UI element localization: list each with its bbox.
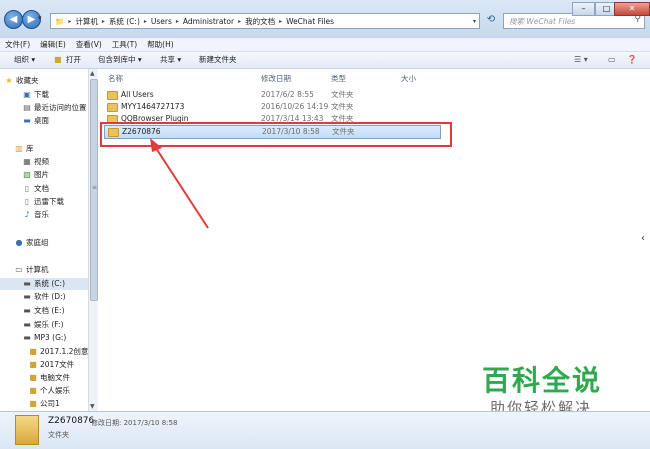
details-name: Z2670876 <box>48 416 95 426</box>
details-type: 文件夹 <box>48 431 69 439</box>
details-pane: Z2670876 修改日期: 2017/3/10 8:58 文件夹 <box>0 411 650 449</box>
explorer-window: ◀ ▶ ▾ 📁 ▸ 计算机 ▸ 系统 (C:) ▸ Users ▸ Admini… <box>0 0 650 449</box>
collapse-pane-icon[interactable]: ‹ <box>636 233 650 249</box>
details-modified: 修改日期: 2017/3/10 8:58 <box>91 419 178 427</box>
folder-icon <box>15 415 39 445</box>
watermark-title: 百科全说 <box>482 364 603 397</box>
